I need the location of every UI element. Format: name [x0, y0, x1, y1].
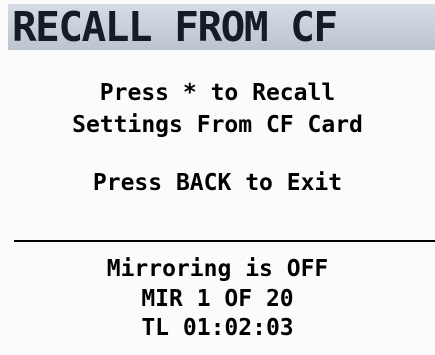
- mirror-index: MIR 1 OF 20: [141, 286, 294, 312]
- divider: [14, 240, 435, 242]
- screen-title: RECALL FROM CF: [12, 3, 338, 51]
- mirroring-status: Mirroring is OFF: [106, 256, 329, 282]
- title-bar: RECALL FROM CF: [8, 4, 435, 50]
- recall-screen: RECALL FROM CF Press * to Recall Setting…: [0, 0, 435, 355]
- exit-instruction: Press BACK to Exit: [92, 170, 343, 196]
- recall-instruction-line-1: Press * to Recall: [99, 80, 336, 106]
- recall-instruction-line-2: Settings From CF Card: [72, 112, 363, 138]
- timecode-readout: TL 01:02:03: [141, 315, 294, 341]
